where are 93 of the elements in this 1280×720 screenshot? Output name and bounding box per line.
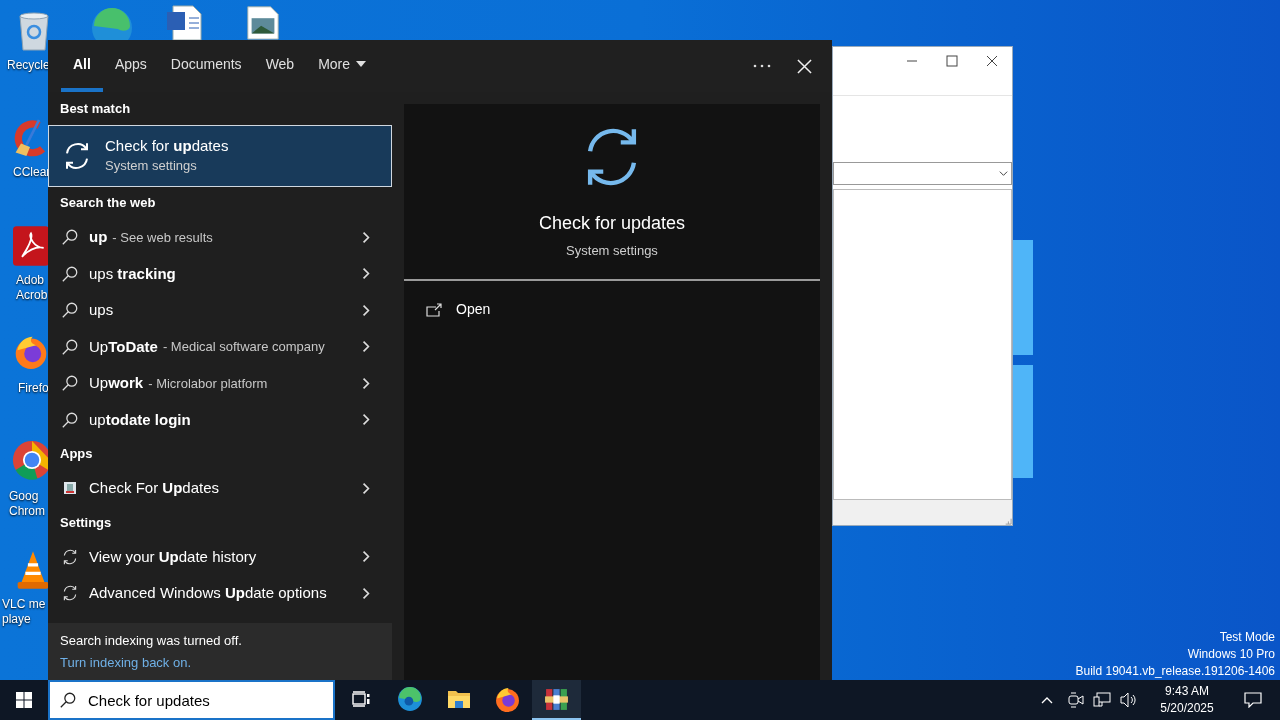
search-icon: [61, 264, 79, 283]
chevron-icon: [361, 340, 371, 354]
dropdown[interactable]: [833, 162, 1012, 185]
system-info-text: Windows 10 Pro: [1187, 646, 1275, 663]
result-title: UpToDate: [89, 336, 158, 357]
caret-icon: [998, 168, 1009, 179]
section-heading: Apps: [60, 445, 93, 464]
search-icon: [61, 228, 79, 247]
icon-label: Chrom: [9, 504, 45, 519]
result-title: up: [89, 227, 108, 247]
result-title: View your Update history: [89, 546, 257, 567]
result-title: Check For Updates: [89, 478, 220, 498]
chevron-icon: [361, 303, 371, 317]
open-icon: [426, 302, 442, 317]
pdf-icon[interactable]: [13, 224, 49, 268]
result-title: Advanced Windows Update options: [89, 583, 327, 603]
browser-icon: [396, 686, 423, 712]
indexing-link[interactable]: Turn indexing back on.: [60, 653, 192, 673]
icon-label: Firefo: [18, 381, 49, 396]
tab[interactable]: Web: [253, 40, 307, 92]
icon-label: Acrob: [16, 288, 48, 303]
preview-subtitle: System settings: [566, 242, 658, 260]
app-icon: [63, 481, 77, 496]
icon-label: Goog: [9, 489, 40, 504]
tab[interactable]: All: [61, 40, 103, 92]
icon-label: VLC me: [2, 597, 46, 612]
result-item[interactable]: ups: [48, 292, 392, 329]
result-item[interactable]: View your Update history: [48, 538, 392, 575]
system-info-text: Build 19041.vb_release.191206-1406: [1075, 663, 1275, 680]
result-item[interactable]: up - See web results: [48, 219, 392, 256]
clock[interactable]: 9:43 AM 5/20/2025: [1151, 683, 1223, 717]
sync-icon: [61, 584, 79, 603]
result-item[interactable]: Check for updates System settings: [48, 125, 392, 187]
folder-icon: [446, 689, 471, 709]
chevron-icon: [361, 230, 371, 244]
search-icon: [61, 410, 79, 429]
section-heading: Best match: [60, 100, 131, 119]
result-title: ups tracking: [89, 263, 176, 284]
notifications-icon[interactable]: [1244, 692, 1262, 708]
result-item[interactable]: Advanced Windows Update options: [48, 575, 392, 612]
icon-label: Adob: [16, 273, 46, 288]
caret-icon: [356, 61, 367, 67]
search-icon: [61, 301, 79, 320]
image-file-icon[interactable]: [244, 4, 282, 40]
system-info-text: Test Mode: [1219, 629, 1275, 646]
notice-text: Search indexing was turned off.: [60, 631, 243, 650]
search-icon: [59, 691, 77, 709]
result-item[interactable]: UpToDate - Medical software company: [48, 328, 392, 365]
result-item[interactable]: Upwork - Microlabor platform: [48, 365, 392, 402]
tab[interactable]: Documents: [158, 40, 254, 92]
network-icon[interactable]: [1093, 692, 1111, 708]
search-icon: [61, 374, 79, 393]
result-title: Upwork: [89, 373, 144, 393]
maximize-icon[interactable]: [946, 55, 958, 67]
result-title: Check for updates: [105, 136, 229, 156]
result-description: - Medical software company: [162, 338, 325, 356]
windows-logo-icon: [16, 692, 32, 708]
resize-grip-icon[interactable]: [1003, 516, 1012, 525]
fox-globe-icon: [495, 686, 520, 712]
result-item[interactable]: Check For Updates: [48, 470, 392, 507]
chevron-icon: [361, 376, 371, 390]
icon-label: Recycle: [7, 58, 50, 73]
more-options-icon[interactable]: [753, 64, 771, 68]
task-view-icon: [351, 691, 370, 707]
taskbar-button[interactable]: [532, 680, 581, 720]
search-icon: [61, 337, 79, 356]
result-item[interactable]: uptodate login: [48, 401, 392, 438]
close-icon[interactable]: [986, 55, 998, 67]
tab[interactable]: Apps: [102, 40, 159, 92]
result-title: ups: [89, 300, 114, 320]
result-item[interactable]: ups tracking: [48, 255, 392, 292]
icon-label: playe: [2, 612, 32, 627]
section-heading: Settings: [60, 513, 112, 532]
preview-title: Check for updates: [538, 212, 686, 235]
books-stack-icon: [544, 686, 569, 712]
chevron-icon: [361, 481, 371, 495]
open-action[interactable]: Open: [426, 299, 491, 320]
section-heading: Search the web: [60, 194, 156, 213]
more-dropdown[interactable]: More: [306, 40, 379, 92]
icon-label: CClear: [13, 165, 51, 180]
sync-icon: [61, 547, 79, 566]
chevron-icon: [361, 413, 371, 427]
chevron-icon: [361, 550, 371, 564]
chevron-icon: [361, 586, 371, 600]
result-description: - Microlabor platform: [148, 374, 268, 393]
search-field[interactable]: Check for updates: [48, 680, 335, 720]
result-subtitle: System settings: [105, 157, 198, 175]
chevron-up-icon[interactable]: [1041, 696, 1053, 704]
camera-icon[interactable]: [1068, 692, 1084, 708]
result-title: uptodate login: [89, 409, 191, 430]
chevron-icon: [361, 267, 371, 281]
speaker-icon[interactable]: [1120, 692, 1138, 708]
result-description: - See web results: [112, 228, 213, 247]
